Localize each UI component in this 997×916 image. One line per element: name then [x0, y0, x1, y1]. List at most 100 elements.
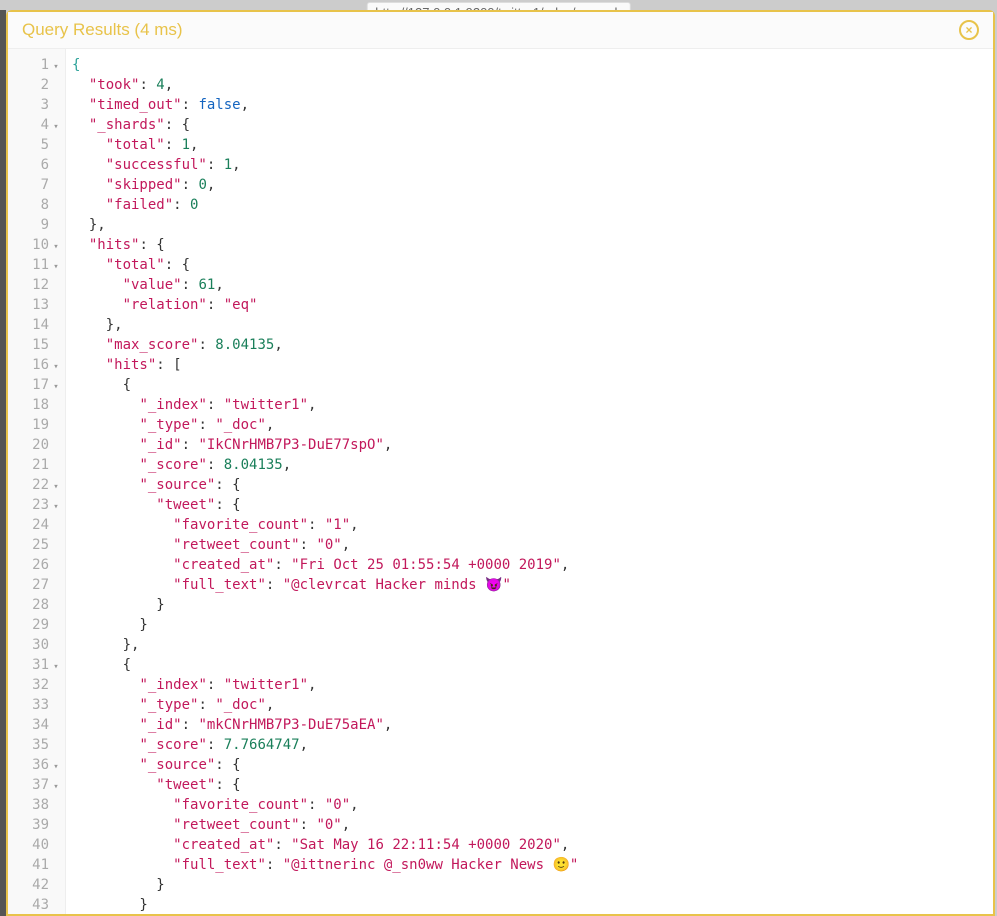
- code-line[interactable]: "_shards": {: [72, 115, 993, 135]
- code-line[interactable]: "created_at": "Fri Oct 25 01:55:54 +0000…: [72, 555, 993, 575]
- gutter-line: 9: [8, 215, 65, 235]
- gutter-line: 40: [8, 835, 65, 855]
- code-line[interactable]: "tweet": {: [72, 775, 993, 795]
- gutter-line: 3: [8, 95, 65, 115]
- code-line[interactable]: "value": 61,: [72, 275, 993, 295]
- code-line[interactable]: "retweet_count": "0",: [72, 815, 993, 835]
- gutter-line: 17▾: [8, 375, 65, 395]
- code-line[interactable]: },: [72, 315, 993, 335]
- code-line[interactable]: "favorite_count": "1",: [72, 515, 993, 535]
- gutter-line: 36▾: [8, 755, 65, 775]
- gutter-line: 27: [8, 575, 65, 595]
- gutter-line: 10▾: [8, 235, 65, 255]
- fold-icon[interactable]: ▾: [51, 657, 61, 677]
- fold-icon[interactable]: ▾: [51, 377, 61, 397]
- code-line[interactable]: }: [72, 595, 993, 615]
- code-line[interactable]: "_source": {: [72, 475, 993, 495]
- code-line[interactable]: "created_at": "Sat May 16 22:11:54 +0000…: [72, 835, 993, 855]
- code-line[interactable]: }: [72, 615, 993, 635]
- gutter-line: 18: [8, 395, 65, 415]
- gutter-line: 43: [8, 895, 65, 914]
- gutter-line: 35: [8, 735, 65, 755]
- gutter-line: 26: [8, 555, 65, 575]
- code-line[interactable]: "hits": {: [72, 235, 993, 255]
- json-editor[interactable]: 1▾234▾5678910▾11▾1213141516▾17▾181920212…: [8, 49, 993, 914]
- code-line[interactable]: }: [72, 895, 993, 914]
- gutter-line: 22▾: [8, 475, 65, 495]
- close-button[interactable]: ×: [959, 20, 979, 40]
- code-line[interactable]: },: [72, 215, 993, 235]
- fold-icon[interactable]: ▾: [51, 757, 61, 777]
- gutter-line: 42: [8, 875, 65, 895]
- code-line[interactable]: }: [72, 875, 993, 895]
- code-line[interactable]: },: [72, 635, 993, 655]
- code-line[interactable]: "total": {: [72, 255, 993, 275]
- code-line[interactable]: "max_score": 8.04135,: [72, 335, 993, 355]
- code-line[interactable]: "favorite_count": "0",: [72, 795, 993, 815]
- gutter-line: 19: [8, 415, 65, 435]
- gutter-line: 14: [8, 315, 65, 335]
- gutter-line: 38: [8, 795, 65, 815]
- gutter-line: 8: [8, 195, 65, 215]
- code-line[interactable]: {: [72, 655, 993, 675]
- code-line[interactable]: "skipped": 0,: [72, 175, 993, 195]
- gutter-line: 25: [8, 535, 65, 555]
- fold-icon[interactable]: ▾: [51, 117, 61, 137]
- code-line[interactable]: "full_text": "@ittnerinc @_sn0ww Hacker …: [72, 855, 993, 875]
- gutter-line: 33: [8, 695, 65, 715]
- gutter-line: 11▾: [8, 255, 65, 275]
- gutter-line: 30: [8, 635, 65, 655]
- gutter-line: 4▾: [8, 115, 65, 135]
- fold-icon[interactable]: ▾: [51, 57, 61, 77]
- gutter-line: 16▾: [8, 355, 65, 375]
- code-line[interactable]: "_index": "twitter1",: [72, 395, 993, 415]
- code-line[interactable]: "retweet_count": "0",: [72, 535, 993, 555]
- code-line[interactable]: "_score": 8.04135,: [72, 455, 993, 475]
- fold-icon[interactable]: ▾: [51, 477, 61, 497]
- code-line[interactable]: "_id": "mkCNrHMB7P3-DuE75aEA",: [72, 715, 993, 735]
- fold-icon[interactable]: ▾: [51, 237, 61, 257]
- code-line[interactable]: "_source": {: [72, 755, 993, 775]
- gutter-line: 32: [8, 675, 65, 695]
- fold-icon[interactable]: ▾: [51, 257, 61, 277]
- code-line[interactable]: "_index": "twitter1",: [72, 675, 993, 695]
- gutter-line: 2: [8, 75, 65, 95]
- gutter-line: 5: [8, 135, 65, 155]
- code-line[interactable]: {: [72, 375, 993, 395]
- code-line[interactable]: "timed_out": false,: [72, 95, 993, 115]
- code-line[interactable]: "tweet": {: [72, 495, 993, 515]
- query-results-modal: Query Results (4 ms) × 1▾234▾5678910▾11▾…: [6, 10, 995, 916]
- gutter-line: 12: [8, 275, 65, 295]
- gutter-line: 24: [8, 515, 65, 535]
- code-line[interactable]: "total": 1,: [72, 135, 993, 155]
- gutter-line: 31▾: [8, 655, 65, 675]
- code-line[interactable]: "_id": "IkCNrHMB7P3-DuE77spO",: [72, 435, 993, 455]
- code-line[interactable]: "full_text": "@clevrcat Hacker minds 😈": [72, 575, 993, 595]
- modal-title: Query Results (4 ms): [22, 20, 183, 40]
- code-line[interactable]: "took": 4,: [72, 75, 993, 95]
- gutter-line: 23▾: [8, 495, 65, 515]
- fold-icon[interactable]: ▾: [51, 777, 61, 797]
- gutter-line: 29: [8, 615, 65, 635]
- gutter-line: 28: [8, 595, 65, 615]
- gutter-line: 20: [8, 435, 65, 455]
- code-line[interactable]: "hits": [: [72, 355, 993, 375]
- code-line[interactable]: {: [72, 55, 993, 75]
- fold-icon[interactable]: ▾: [51, 357, 61, 377]
- gutter-line: 41: [8, 855, 65, 875]
- code-line[interactable]: "successful": 1,: [72, 155, 993, 175]
- gutter-line: 7: [8, 175, 65, 195]
- code-line[interactable]: "relation": "eq": [72, 295, 993, 315]
- gutter-line: 6: [8, 155, 65, 175]
- gutter-line: 15: [8, 335, 65, 355]
- code-line[interactable]: "_type": "_doc",: [72, 695, 993, 715]
- code-line[interactable]: "_type": "_doc",: [72, 415, 993, 435]
- fold-icon[interactable]: ▾: [51, 497, 61, 517]
- code-line[interactable]: "failed": 0: [72, 195, 993, 215]
- gutter-line: 34: [8, 715, 65, 735]
- code-area[interactable]: { "took": 4, "timed_out": false, "_shard…: [66, 49, 993, 914]
- code-line[interactable]: "_score": 7.7664747,: [72, 735, 993, 755]
- line-gutter: 1▾234▾5678910▾11▾1213141516▾17▾181920212…: [8, 49, 66, 914]
- gutter-line: 13: [8, 295, 65, 315]
- gutter-line: 1▾: [8, 55, 65, 75]
